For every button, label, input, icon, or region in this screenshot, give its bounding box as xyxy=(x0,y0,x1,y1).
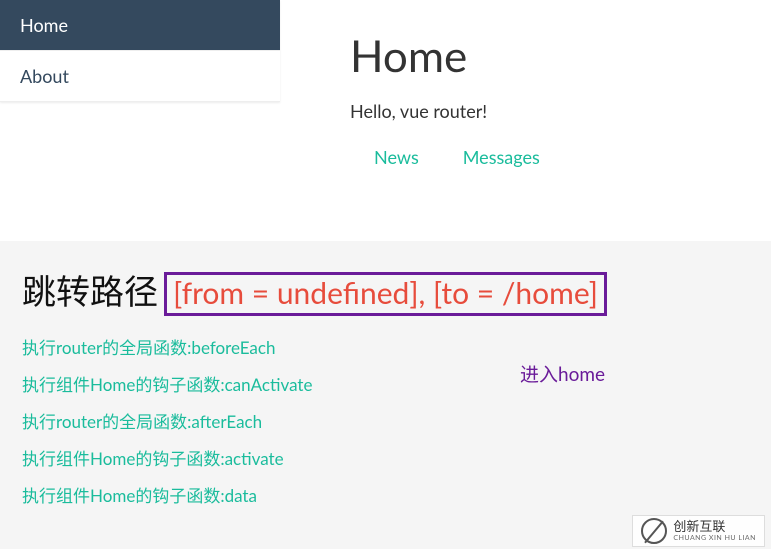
route-path-box: [from = undefined], [to = /home] xyxy=(164,272,607,316)
nav-item-about[interactable]: About xyxy=(0,51,280,102)
watermark-text: 创新互联 CHUANG XIN HU LIAN xyxy=(673,520,756,542)
log-line: 执行组件Home的钩子函数:activate xyxy=(22,445,749,470)
tab-messages[interactable]: Messages xyxy=(463,146,540,180)
hook-log-list: 执行router的全局函数:beforeEach 执行组件Home的钩子函数:c… xyxy=(22,334,749,507)
log-line: 执行router的全局函数:beforeEach xyxy=(22,334,749,359)
log-panel: 跳转路径 [from = undefined], [to = /home] 进入… xyxy=(0,241,771,549)
nav-item-home[interactable]: Home xyxy=(0,0,280,51)
watermark-sub: CHUANG XIN HU LIAN xyxy=(673,534,756,542)
log-line: 执行router的全局函数:afterEach xyxy=(22,408,749,433)
log-line: 执行组件Home的钩子函数:data xyxy=(22,482,749,507)
greeting-text: Hello, vue router! xyxy=(350,100,741,122)
sub-tabs: News Messages xyxy=(350,146,741,181)
page-title: Home xyxy=(350,30,741,82)
enter-home-label: 进入home xyxy=(520,360,605,387)
watermark-brand: 创新互联 xyxy=(673,520,756,534)
tab-news[interactable]: News xyxy=(374,146,419,180)
route-headline: 跳转路径 xyxy=(22,271,158,312)
sidebar: Home About xyxy=(0,0,280,102)
watermark-logo-icon xyxy=(641,518,667,544)
watermark: 创新互联 CHUANG XIN HU LIAN xyxy=(632,515,765,547)
log-line: 执行组件Home的钩子函数:canActivate xyxy=(22,371,749,396)
top-region: Home About Home Hello, vue router! News … xyxy=(0,0,771,181)
content-card: Home Hello, vue router! News Messages xyxy=(320,0,771,181)
